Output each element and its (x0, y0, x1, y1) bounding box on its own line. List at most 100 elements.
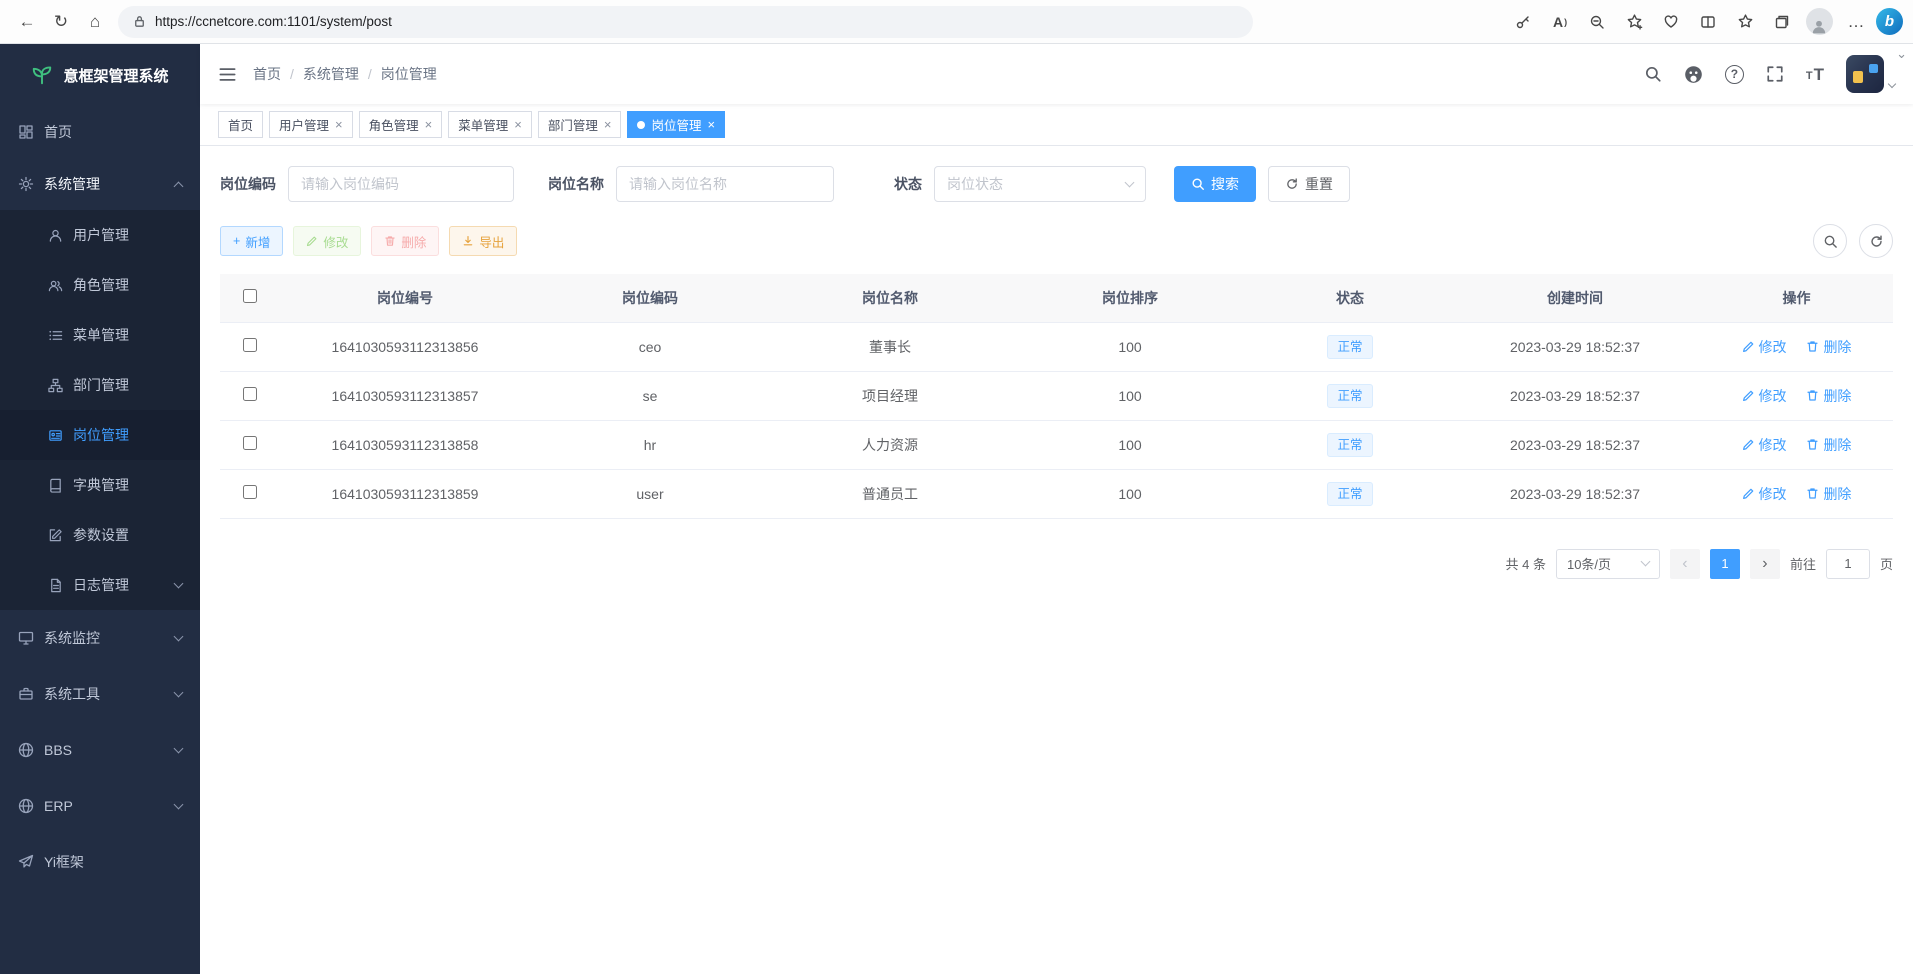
post-name-input[interactable] (616, 166, 834, 202)
breadcrumb-item[interactable]: 首页 (253, 64, 281, 84)
address-bar[interactable]: https://ccnetcore.com:1101/system/post (118, 6, 1253, 38)
font-size-icon[interactable]: TT (1806, 66, 1824, 83)
sidebar-item-bbs[interactable]: BBS (0, 722, 200, 778)
password-key-icon[interactable] (1506, 5, 1540, 39)
tab-user-mgmt[interactable]: 用户管理 × (269, 111, 353, 138)
sidebar-item-dept-mgmt[interactable]: 部门管理 (0, 360, 200, 410)
user-avatar-dropdown[interactable] (1846, 55, 1895, 93)
row-delete-link[interactable]: 删除 (1806, 386, 1851, 406)
row-delete-link[interactable]: 删除 (1806, 484, 1851, 504)
add-button[interactable]: + 新增 (220, 226, 283, 256)
breadcrumb: 首页 / 系统管理 / 岗位管理 (253, 64, 437, 84)
sidebar-item-home[interactable]: 首页 (0, 106, 200, 158)
table-row[interactable]: 1641030593112313858 hr 人力资源 100 正常 2023-… (220, 420, 1893, 469)
close-icon[interactable]: × (514, 118, 522, 131)
row-edit-link[interactable]: 修改 (1742, 484, 1787, 504)
tab-dept-mgmt[interactable]: 部门管理 × (538, 111, 622, 138)
split-screen-icon[interactable] (1691, 5, 1725, 39)
sidebar-item-menu-mgmt[interactable]: 菜单管理 (0, 310, 200, 360)
page-size-select[interactable]: 10条/页 (1556, 549, 1660, 579)
refresh-table-button[interactable] (1859, 224, 1893, 258)
sidebar-item-log-mgmt[interactable]: 日志管理 (0, 560, 200, 610)
edit-button[interactable]: 修改 (293, 226, 361, 256)
sidebar-item-label: 字典管理 (73, 475, 129, 495)
toggle-search-button[interactable] (1813, 224, 1847, 258)
reload-icon[interactable]: ↻ (44, 5, 78, 39)
row-edit-link[interactable]: 修改 (1742, 386, 1787, 406)
row-delete-link[interactable]: 删除 (1806, 435, 1851, 455)
row-edit-link[interactable]: 修改 (1742, 435, 1787, 455)
sidebar-item-tools[interactable]: 系统工具 (0, 666, 200, 722)
status-select[interactable]: 岗位状态 (934, 166, 1146, 202)
row-checkbox[interactable] (243, 436, 257, 450)
sidebar-item-system[interactable]: 系统管理 (0, 158, 200, 210)
tab-post-mgmt[interactable]: 岗位管理 × (627, 111, 725, 138)
read-aloud-icon[interactable]: A (1543, 5, 1577, 39)
sidebar-item-post-mgmt[interactable]: 岗位管理 (0, 410, 200, 460)
browser-home-icon[interactable]: ⌂ (78, 5, 112, 39)
search-button[interactable]: 搜索 (1174, 166, 1256, 202)
tab-menu-mgmt[interactable]: 菜单管理 × (448, 111, 532, 138)
table-row[interactable]: 1641030593112313857 se 项目经理 100 正常 2023-… (220, 371, 1893, 420)
tab-role-mgmt[interactable]: 角色管理 × (359, 111, 443, 138)
browser-menu-icon[interactable]: … (1839, 5, 1873, 39)
close-icon[interactable]: × (707, 118, 715, 131)
copilot-collapse-icon[interactable]: ⌄ (1896, 46, 1907, 62)
collections-icon[interactable] (1765, 5, 1799, 39)
post-code-input[interactable] (288, 166, 514, 202)
github-icon[interactable] (1684, 65, 1703, 84)
close-icon[interactable]: × (335, 118, 343, 131)
monitor-icon (18, 630, 34, 646)
help-icon[interactable]: ? (1725, 65, 1744, 84)
select-all-checkbox[interactable] (243, 289, 257, 303)
table-row[interactable]: 1641030593112313856 ceo 董事长 100 正常 2023-… (220, 322, 1893, 371)
row-checkbox[interactable] (243, 338, 257, 352)
org-tree-icon (48, 378, 63, 393)
tab-home[interactable]: 首页 (218, 111, 263, 138)
table-row[interactable]: 1641030593112313859 user 普通员工 100 正常 202… (220, 469, 1893, 518)
fullscreen-icon[interactable] (1766, 65, 1784, 83)
breadcrumb-item[interactable]: 系统管理 (303, 64, 359, 84)
trash-icon (1806, 438, 1819, 451)
sidebar-item-dict-mgmt[interactable]: 字典管理 (0, 460, 200, 510)
sidebar-item-label: 日志管理 (73, 575, 129, 595)
export-button[interactable]: 导出 (449, 226, 517, 256)
favorites-icon[interactable] (1728, 5, 1762, 39)
refresh-icon (1869, 234, 1884, 249)
app-logo[interactable]: 意框架管理系统 (0, 44, 200, 106)
cell-post-code: ceo (530, 322, 770, 371)
search-icon[interactable] (1644, 65, 1662, 83)
tab-label: 岗位管理 (651, 115, 701, 134)
row-delete-link[interactable]: 删除 (1806, 337, 1851, 357)
cell-post-sort: 100 (1010, 420, 1250, 469)
zoom-icon[interactable] (1580, 5, 1614, 39)
collapse-sidebar-icon[interactable] (218, 65, 237, 84)
goto-page-input[interactable] (1826, 549, 1870, 579)
sidebar-item-erp[interactable]: ERP (0, 778, 200, 834)
next-page-button[interactable]: › (1750, 549, 1780, 579)
page-number-button[interactable]: 1 (1710, 549, 1740, 579)
page-content: 岗位编码 岗位名称 状态 岗位状态 搜索 重置 (200, 146, 1913, 974)
tab-label: 菜单管理 (458, 115, 508, 134)
row-edit-link[interactable]: 修改 (1742, 337, 1787, 357)
sidebar-item-param-settings[interactable]: 参数设置 (0, 510, 200, 560)
prev-page-button[interactable]: ‹ (1670, 549, 1700, 579)
add-favorite-icon[interactable] (1617, 5, 1651, 39)
delete-button[interactable]: 删除 (371, 226, 439, 256)
back-icon[interactable]: ← (10, 5, 44, 39)
row-checkbox[interactable] (243, 387, 257, 401)
sidebar-item-monitor[interactable]: 系统监控 (0, 610, 200, 666)
browser-essentials-icon[interactable] (1654, 5, 1688, 39)
sidebar-item-role-mgmt[interactable]: 角色管理 (0, 260, 200, 310)
app-navbar: 首页 / 系统管理 / 岗位管理 ? TT (200, 44, 1913, 104)
sidebar-item-user-mgmt[interactable]: 用户管理 (0, 210, 200, 260)
row-checkbox[interactable] (243, 485, 257, 499)
close-icon[interactable]: × (425, 118, 433, 131)
copilot-bing-icon[interactable]: b (1876, 8, 1903, 35)
browser-profile-avatar[interactable] (1802, 5, 1836, 39)
navbar-actions: ? TT (1644, 55, 1895, 93)
sidebar-item-yi-framework[interactable]: Yi框架 (0, 834, 200, 890)
reset-button[interactable]: 重置 (1268, 166, 1350, 202)
close-icon[interactable]: × (604, 118, 612, 131)
chevron-down-icon (174, 578, 184, 588)
